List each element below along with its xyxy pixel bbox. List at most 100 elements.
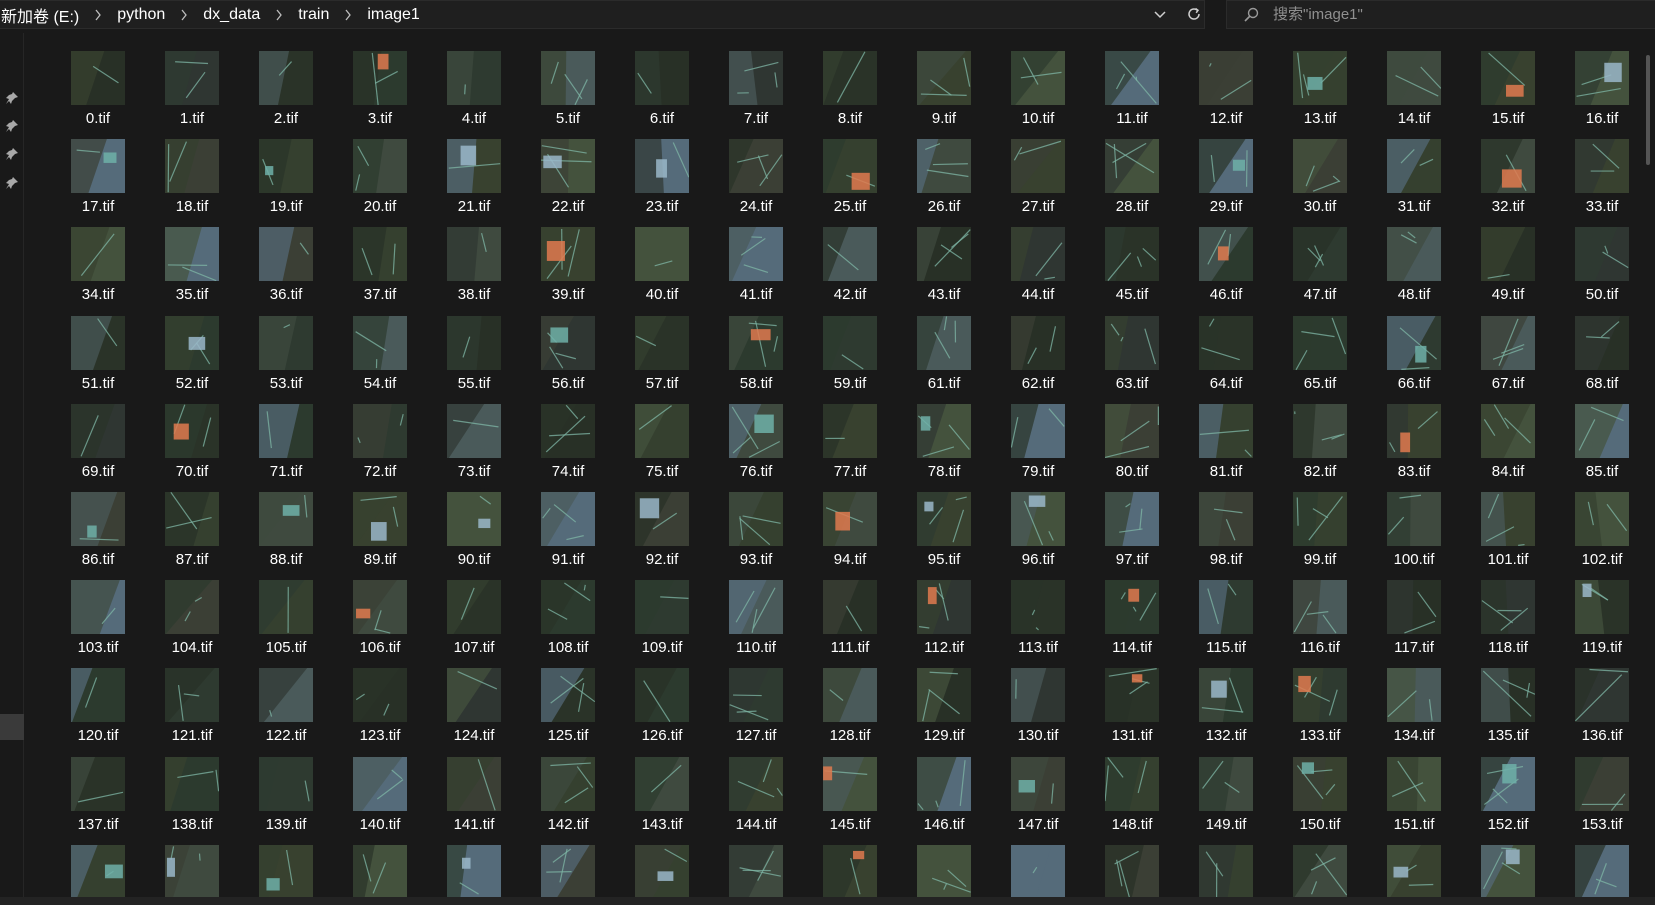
file-item[interactable]: 7.tif (712, 33, 800, 127)
file-item[interactable]: 64.tif (1182, 298, 1270, 392)
file-item[interactable]: 24.tif (712, 121, 800, 215)
file-item[interactable]: 8.tif (806, 33, 894, 127)
file-item[interactable]: 45.tif (1088, 209, 1176, 303)
file-item[interactable]: 71.tif (242, 386, 330, 480)
file-item[interactable] (148, 827, 236, 897)
file-item[interactable]: 135.tif (1464, 650, 1552, 744)
file-item[interactable] (1558, 827, 1646, 897)
file-item[interactable]: 51.tif (54, 298, 142, 392)
file-item[interactable]: 81.tif (1182, 386, 1270, 480)
search-input[interactable] (1273, 6, 1633, 23)
file-item[interactable]: 87.tif (148, 474, 236, 568)
file-item[interactable]: 70.tif (148, 386, 236, 480)
file-item[interactable]: 47.tif (1276, 209, 1364, 303)
file-item[interactable]: 17.tif (54, 121, 142, 215)
file-item[interactable]: 62.tif (994, 298, 1082, 392)
file-item[interactable]: 13.tif (1276, 33, 1364, 127)
file-item[interactable]: 108.tif (524, 562, 612, 656)
file-item[interactable]: 78.tif (900, 386, 988, 480)
file-item[interactable] (618, 827, 706, 897)
file-item[interactable]: 103.tif (54, 562, 142, 656)
refresh-icon[interactable] (1182, 2, 1206, 26)
file-item[interactable]: 112.tif (900, 562, 988, 656)
file-item[interactable]: 41.tif (712, 209, 800, 303)
file-item[interactable] (1088, 827, 1176, 897)
file-item[interactable]: 148.tif (1088, 739, 1176, 833)
file-item[interactable] (1276, 827, 1364, 897)
file-item[interactable]: 57.tif (618, 298, 706, 392)
file-item[interactable]: 146.tif (900, 739, 988, 833)
file-item[interactable]: 34.tif (54, 209, 142, 303)
file-item[interactable]: 100.tif (1370, 474, 1458, 568)
file-item[interactable]: 67.tif (1464, 298, 1552, 392)
file-item[interactable]: 113.tif (994, 562, 1082, 656)
file-item[interactable] (1464, 827, 1552, 897)
file-item[interactable]: 20.tif (336, 121, 424, 215)
file-item[interactable]: 132.tif (1182, 650, 1270, 744)
file-item[interactable]: 115.tif (1182, 562, 1270, 656)
breadcrumb-item[interactable]: 新加卷 (E:) (0, 3, 81, 27)
file-item[interactable]: 83.tif (1370, 386, 1458, 480)
file-item[interactable]: 125.tif (524, 650, 612, 744)
file-item[interactable]: 33.tif (1558, 121, 1646, 215)
file-item[interactable]: 150.tif (1276, 739, 1364, 833)
chevron-down-icon[interactable] (1148, 3, 1172, 25)
file-item[interactable]: 145.tif (806, 739, 894, 833)
file-item[interactable]: 147.tif (994, 739, 1082, 833)
file-item[interactable]: 37.tif (336, 209, 424, 303)
file-item[interactable]: 120.tif (54, 650, 142, 744)
file-item[interactable]: 88.tif (242, 474, 330, 568)
file-item[interactable]: 59.tif (806, 298, 894, 392)
file-item[interactable] (430, 827, 518, 897)
file-item[interactable]: 6.tif (618, 33, 706, 127)
file-item[interactable]: 22.tif (524, 121, 612, 215)
file-item[interactable] (1182, 827, 1270, 897)
file-item[interactable]: 90.tif (430, 474, 518, 568)
file-item[interactable]: 77.tif (806, 386, 894, 480)
file-item[interactable]: 5.tif (524, 33, 612, 127)
file-item[interactable]: 48.tif (1370, 209, 1458, 303)
file-item[interactable]: 42.tif (806, 209, 894, 303)
file-item[interactable]: 23.tif (618, 121, 706, 215)
chevron-right-icon[interactable] (81, 9, 115, 21)
file-item[interactable] (336, 827, 424, 897)
file-item[interactable] (524, 827, 612, 897)
file-item[interactable]: 61.tif (900, 298, 988, 392)
file-item[interactable]: 4.tif (430, 33, 518, 127)
file-item[interactable]: 9.tif (900, 33, 988, 127)
file-item[interactable] (712, 827, 800, 897)
file-item[interactable]: 63.tif (1088, 298, 1176, 392)
search-box[interactable] (1226, 0, 1655, 29)
nav-selected-item[interactable] (0, 714, 24, 740)
file-item[interactable]: 105.tif (242, 562, 330, 656)
file-item[interactable] (900, 827, 988, 897)
file-item[interactable]: 10.tif (994, 33, 1082, 127)
file-item[interactable]: 44.tif (994, 209, 1082, 303)
chevron-right-icon[interactable] (331, 9, 365, 21)
file-item[interactable]: 121.tif (148, 650, 236, 744)
file-item[interactable]: 96.tif (994, 474, 1082, 568)
file-item[interactable]: 95.tif (900, 474, 988, 568)
file-item[interactable]: 133.tif (1276, 650, 1364, 744)
file-item[interactable]: 149.tif (1182, 739, 1270, 833)
file-item[interactable]: 144.tif (712, 739, 800, 833)
file-item[interactable]: 12.tif (1182, 33, 1270, 127)
file-item[interactable]: 28.tif (1088, 121, 1176, 215)
file-item[interactable]: 55.tif (430, 298, 518, 392)
file-item[interactable]: 74.tif (524, 386, 612, 480)
file-item[interactable]: 30.tif (1276, 121, 1364, 215)
file-item[interactable]: 56.tif (524, 298, 612, 392)
file-item[interactable]: 35.tif (148, 209, 236, 303)
file-item[interactable]: 109.tif (618, 562, 706, 656)
file-item[interactable]: 11.tif (1088, 33, 1176, 127)
file-item[interactable]: 27.tif (994, 121, 1082, 215)
file-item[interactable]: 124.tif (430, 650, 518, 744)
pin-icon[interactable] (5, 119, 19, 133)
file-item[interactable]: 138.tif (148, 739, 236, 833)
file-item[interactable]: 49.tif (1464, 209, 1552, 303)
file-item[interactable]: 72.tif (336, 386, 424, 480)
file-item[interactable]: 15.tif (1464, 33, 1552, 127)
file-item[interactable]: 118.tif (1464, 562, 1552, 656)
file-item[interactable]: 111.tif (806, 562, 894, 656)
file-item[interactable]: 32.tif (1464, 121, 1552, 215)
